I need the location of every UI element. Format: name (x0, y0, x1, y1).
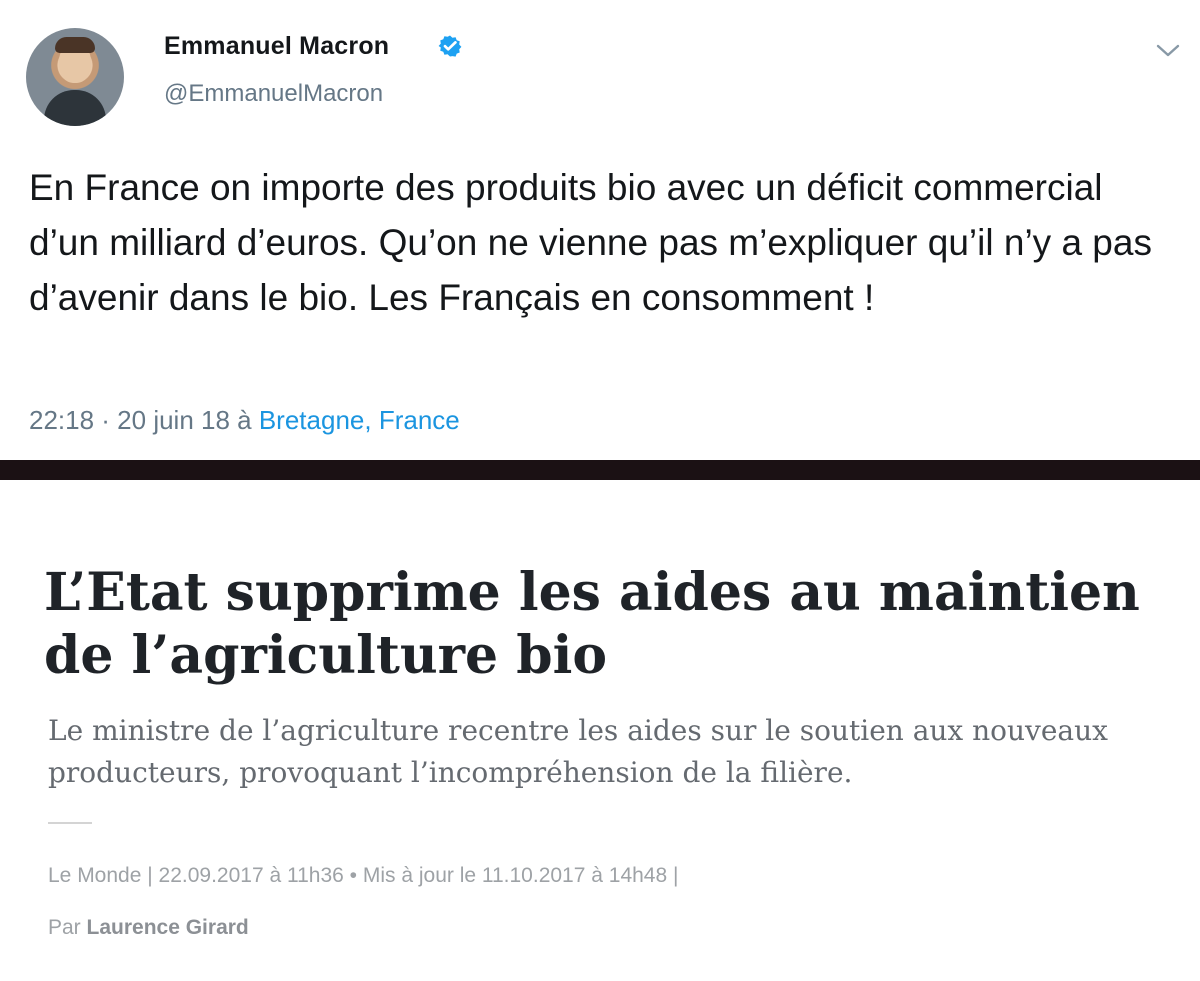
chevron-down-icon[interactable] (1155, 43, 1181, 59)
article-lede: Le ministre de l’agriculture recentre le… (48, 714, 1108, 789)
tweet-time: 22:18 · 20 juin 18 à (29, 405, 259, 435)
author-prefix: Par (48, 916, 87, 939)
tweet-location-link[interactable]: Bretagne, France (259, 405, 460, 435)
article-meta: Le Monde | 22.09.2017 à 11h36 • Mis à jo… (48, 864, 679, 887)
verified-badge-icon (438, 35, 462, 57)
news-article: L’Etat supprime les aides au maintien de… (0, 480, 1200, 981)
tweet-meta: 22:18 · 20 juin 18 à Bretagne, France (29, 405, 460, 436)
article-author: Par Laurence Girard (48, 916, 249, 940)
screenshot-divider (0, 460, 1200, 480)
article-rule (48, 822, 92, 824)
avatar[interactable] (26, 28, 124, 126)
tweet-handle[interactable]: @EmmanuelMacron (164, 80, 383, 108)
tweet-author-name[interactable]: Emmanuel Macron (164, 32, 389, 61)
author-name[interactable]: Laurence Girard (87, 916, 249, 939)
tweet-text: En France on importe des produits bio av… (29, 167, 1152, 318)
avatar-hair (55, 37, 95, 53)
article-headline[interactable]: L’Etat supprime les aides au maintien de… (44, 561, 1154, 687)
tweet-card: Emmanuel Macron @EmmanuelMacron En Franc… (0, 0, 1200, 460)
